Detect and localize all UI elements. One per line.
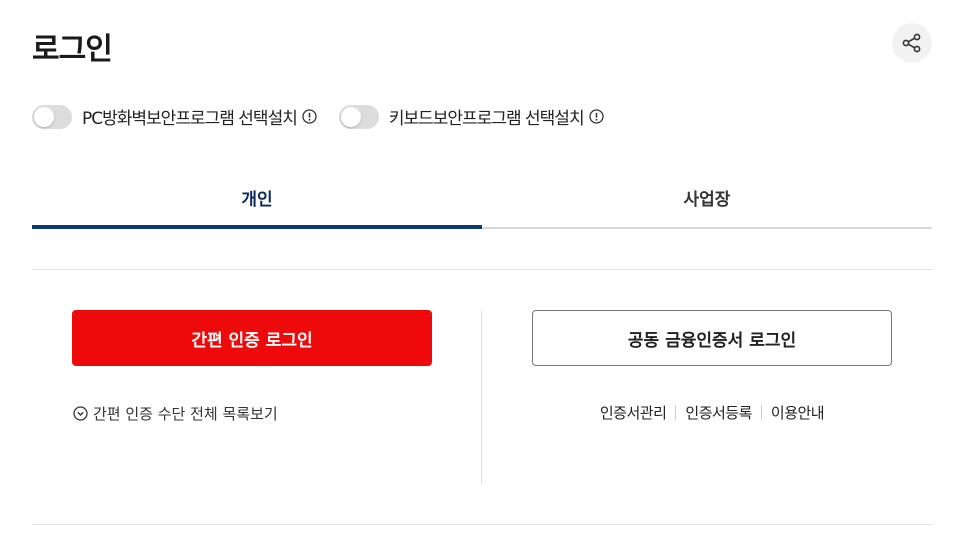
tab-business[interactable]: 사업장	[482, 168, 932, 227]
certificate-register-link[interactable]: 인증서등록	[676, 402, 761, 423]
info-icon[interactable]	[588, 109, 604, 124]
simple-auth-login-button[interactable]: 간편 인증 로그인	[72, 310, 432, 366]
certificate-manage-link[interactable]: 인증서관리	[591, 402, 676, 423]
chevron-down-circle-icon	[73, 406, 88, 421]
page-title: 로그인	[32, 32, 113, 67]
usage-guide-link[interactable]: 이용안내	[762, 402, 833, 423]
login-type-tabs: 개인 사업장	[32, 168, 932, 229]
vertical-divider	[481, 310, 482, 484]
security-toggle-row: PC방화벽보안프로그램 선택설치 키보드보안프로그램 선택설치	[32, 104, 626, 129]
show-all-auth-methods-link[interactable]: 간편 인증 수단 전체 목록보기	[73, 403, 278, 424]
toggle-knob	[34, 106, 54, 127]
keyboard-security-toggle[interactable]	[338, 104, 379, 129]
divider	[32, 269, 932, 270]
share-icon	[902, 33, 921, 53]
show-all-auth-methods-label: 간편 인증 수단 전체 목록보기	[93, 405, 278, 423]
tab-personal[interactable]: 개인	[32, 168, 482, 229]
info-icon[interactable]	[302, 109, 317, 124]
keyboard-toggle-label: 키보드보안프로그램 선택설치	[388, 109, 585, 129]
firewall-toggle-label: PC방화벽보안프로그램 선택설치	[82, 109, 298, 129]
toggle-knob	[340, 106, 361, 127]
divider	[32, 524, 932, 525]
firewall-toggle[interactable]	[32, 104, 72, 129]
certificate-links: 인증서관리 인증서등록 이용안내	[532, 402, 892, 423]
share-button[interactable]	[892, 23, 932, 63]
firewall-toggle-item: PC방화벽보안프로그램 선택설치	[32, 104, 317, 129]
keyboard-toggle-item: 키보드보안프로그램 선택설치	[338, 104, 604, 129]
joint-certificate-login-button[interactable]: 공동 금융인증서 로그인	[532, 310, 892, 366]
